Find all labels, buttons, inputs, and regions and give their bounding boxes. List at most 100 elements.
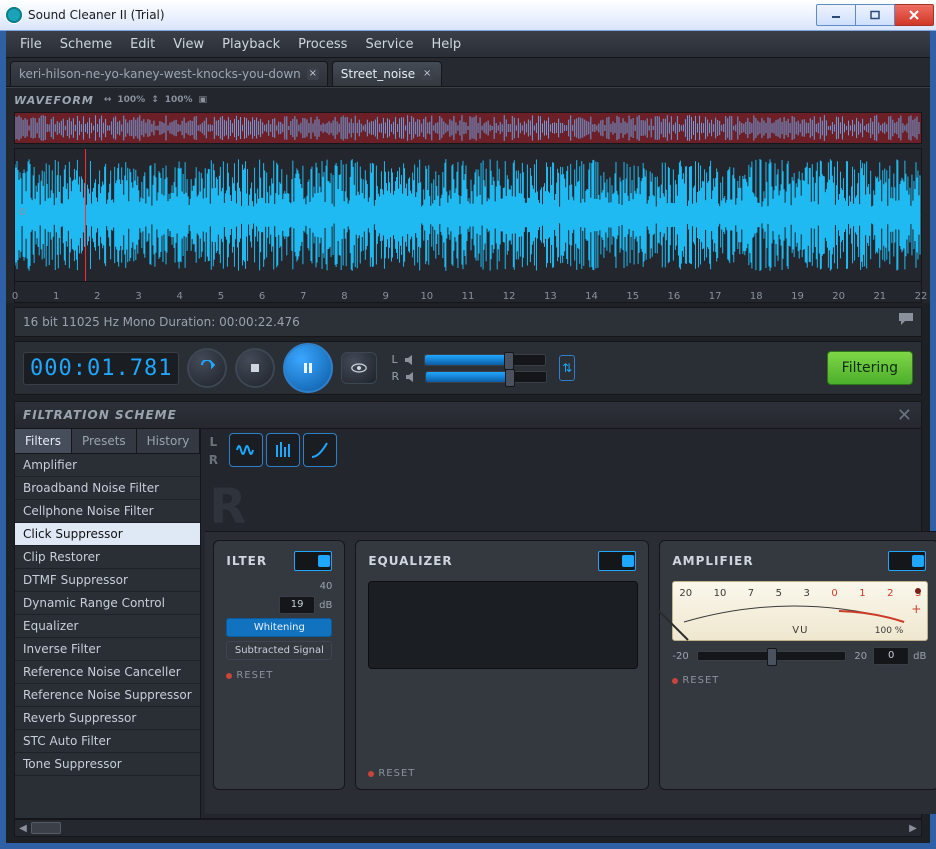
volume-r-slider[interactable] — [425, 371, 547, 383]
equalizer-display[interactable] — [368, 581, 638, 669]
vu-meter: 20 10 7 5 3 0 1 2 3 — [672, 581, 928, 641]
gain-slider[interactable] — [697, 651, 847, 661]
tab-filters[interactable]: Filters — [15, 429, 72, 453]
waveform-main[interactable]: 0 — [14, 148, 922, 282]
play-pause-button[interactable] — [283, 343, 333, 393]
app-icon — [6, 7, 22, 23]
menu-playback[interactable]: Playback — [214, 34, 288, 55]
minimize-button[interactable] — [816, 4, 856, 26]
playhead[interactable] — [85, 149, 86, 281]
time-ruler[interactable]: 012345678910111213141516171819202122 — [14, 282, 922, 303]
reset-button[interactable]: RESET — [368, 768, 636, 779]
menu-view[interactable]: View — [165, 34, 212, 55]
menu-edit[interactable]: Edit — [122, 34, 163, 55]
loop-button[interactable] — [187, 348, 227, 388]
tab-document-1[interactable]: keri-hilson-ne-yo-kaney-west-knocks-you-… — [10, 61, 328, 86]
menu-bar: File Scheme Edit View Playback Process S… — [6, 31, 930, 58]
menu-help[interactable]: Help — [424, 34, 470, 55]
horizontal-scrollbar[interactable]: ◀ ▶ — [14, 819, 922, 837]
filter-item[interactable]: Click Suppressor — [15, 523, 200, 546]
filter-item[interactable]: Broadband Noise Filter — [15, 477, 200, 500]
mode-curve-button[interactable] — [303, 433, 337, 467]
close-button[interactable] — [895, 4, 934, 26]
filter-item[interactable]: Reference Noise Suppressor — [15, 684, 200, 707]
tab-presets[interactable]: Presets — [72, 429, 137, 453]
close-panel-icon[interactable]: ✕ — [897, 405, 913, 426]
tick-label: 40 — [226, 581, 332, 592]
speaker-icon — [405, 371, 419, 383]
comment-icon[interactable] — [897, 312, 915, 326]
fit-icon[interactable]: ▣ — [199, 95, 208, 105]
volume-controls: L R — [391, 353, 547, 383]
scroll-track[interactable] — [31, 820, 905, 836]
zoom-controls[interactable]: ↔100% ↕100% ▣ — [104, 95, 207, 105]
gain-max: 20 — [854, 651, 867, 662]
module-enable-toggle[interactable] — [294, 551, 332, 571]
maximize-button[interactable] — [856, 4, 895, 26]
reset-button[interactable]: RESET — [226, 670, 332, 681]
document-tabs: keri-hilson-ne-yo-kaney-west-knocks-you-… — [6, 58, 930, 87]
scroll-left-icon[interactable]: ◀ — [15, 820, 31, 836]
module-enable-toggle[interactable] — [888, 551, 926, 571]
scroll-right-icon[interactable]: ▶ — [905, 820, 921, 836]
filtering-button[interactable]: Filtering — [827, 351, 913, 385]
filter-item[interactable]: Reverb Suppressor — [15, 707, 200, 730]
filter-item[interactable]: Dynamic Range Control — [15, 592, 200, 615]
tab-history[interactable]: History — [137, 429, 201, 453]
module-strip[interactable]: ILTER 40 19 dB Whitening Subtracted Sign… — [205, 531, 936, 814]
filter-item[interactable]: Tone Suppressor — [15, 753, 200, 776]
title-bar[interactable]: Sound Cleaner II (Trial) — [0, 0, 936, 31]
gain-row: -20 20 0 dB — [672, 647, 926, 665]
filter-chain-panel: L R R ILTER — [201, 429, 936, 818]
transport-bar: 000:01.781 L R ⇅ Filtering — [14, 341, 922, 395]
reset-button[interactable]: RESET — [672, 675, 926, 686]
filter-item[interactable]: Inverse Filter — [15, 638, 200, 661]
menu-file[interactable]: File — [12, 34, 50, 55]
preview-button[interactable] — [341, 352, 377, 384]
module-title: ILTER — [226, 554, 267, 568]
filtration-header: FILTRATION SCHEME ✕ — [15, 402, 921, 429]
filter-item[interactable]: Reference Noise Canceller — [15, 661, 200, 684]
tab-label: Street_noise — [341, 67, 415, 81]
audio-info: 16 bit 11025 Hz Mono Duration: 00:00:22.… — [23, 315, 300, 329]
menu-service[interactable]: Service — [357, 34, 421, 55]
gain-unit: dB — [913, 651, 926, 662]
filter-item[interactable]: Cellphone Noise Filter — [15, 500, 200, 523]
gain-value[interactable]: 0 — [873, 647, 909, 665]
view-mode-buttons — [225, 429, 341, 473]
menu-scheme[interactable]: Scheme — [52, 34, 120, 55]
filter-list[interactable]: AmplifierBroadband Noise FilterCellphone… — [15, 454, 200, 818]
menu-process[interactable]: Process — [290, 34, 355, 55]
tab-close-icon[interactable]: × — [421, 68, 433, 80]
zoom-vertical-icon[interactable]: ↕ — [151, 95, 159, 105]
mode-waveform-button[interactable] — [229, 433, 263, 467]
filter-item[interactable]: Clip Restorer — [15, 546, 200, 569]
whitening-button[interactable]: Whitening — [226, 618, 332, 637]
tab-document-2[interactable]: Street_noise × — [332, 61, 442, 86]
zoom-horizontal-icon[interactable]: ↔ — [104, 95, 112, 105]
stop-button[interactable] — [235, 348, 275, 388]
module-amplifier: AMPLIFIER 20 10 7 5 3 0 1 — [659, 540, 936, 790]
filter-item[interactable]: DTMF Suppressor — [15, 569, 200, 592]
module-title: AMPLIFIER — [672, 554, 753, 568]
tab-close-icon[interactable]: × — [307, 68, 319, 80]
waveform-overview[interactable] — [14, 112, 922, 144]
mode-spectrum-button[interactable] — [266, 433, 300, 467]
link-channels-button[interactable]: ⇅ — [559, 355, 575, 381]
module-broadband-noise-filter: ILTER 40 19 dB Whitening Subtracted Sign… — [213, 540, 345, 790]
unit-label: dB — [319, 600, 332, 611]
filter-item[interactable]: Amplifier — [15, 454, 200, 477]
volume-l-slider[interactable] — [424, 354, 546, 366]
scroll-thumb[interactable] — [31, 822, 61, 834]
module-enable-toggle[interactable] — [598, 551, 636, 571]
value-input[interactable]: 19 — [279, 596, 315, 614]
filter-item[interactable]: STC Auto Filter — [15, 730, 200, 753]
channel-r-watermark: R — [209, 479, 246, 535]
gain-min: -20 — [672, 651, 688, 662]
tab-label: keri-hilson-ne-yo-kaney-west-knocks-you-… — [19, 67, 301, 81]
module-title: EQUALIZER — [368, 554, 452, 568]
channel-l-label: L — [391, 353, 397, 366]
subtracted-signal-button[interactable]: Subtracted Signal — [226, 641, 332, 660]
waveform-title: WAVEFORM — [14, 94, 94, 107]
filter-item[interactable]: Equalizer — [15, 615, 200, 638]
